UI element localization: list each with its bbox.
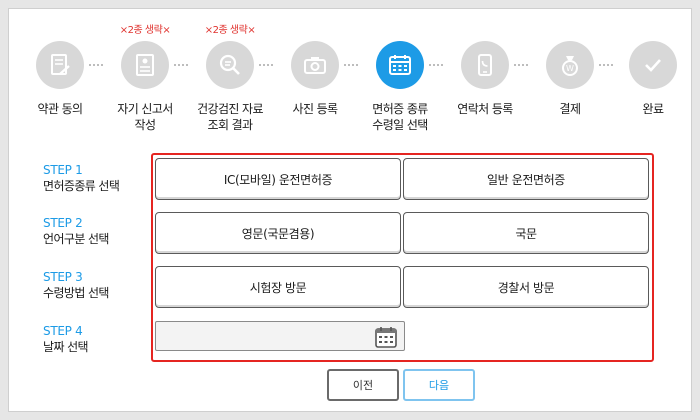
step-title: 면허증종류 선택 <box>43 179 120 193</box>
phone-icon <box>461 41 509 89</box>
step-connector <box>259 64 273 66</box>
step3-heading: STEP 3 수령방법 선택 <box>43 269 109 301</box>
progress-steps: 약관 동의 ×2종 생략× 자기 신고서 작성 ×2종 생략× 건강검진 자료 … <box>9 9 693 149</box>
step-number: STEP 3 <box>43 270 83 284</box>
step-number: STEP 1 <box>43 163 83 177</box>
step-connector <box>599 64 613 66</box>
police-station-visit-button[interactable]: 경찰서 방문 <box>403 266 649 308</box>
form-document-icon <box>121 41 169 89</box>
test-site-visit-button[interactable]: 시험장 방문 <box>155 266 401 308</box>
skipped-note: ×2종 생략× <box>119 25 171 36</box>
step-connector <box>174 64 188 66</box>
previous-button[interactable]: 이전 <box>327 369 399 401</box>
ic-mobile-license-button[interactable]: IC(모바일) 운전면허증 <box>155 158 401 200</box>
application-page: 약관 동의 ×2종 생략× 자기 신고서 작성 ×2종 생략× 건강검진 자료 … <box>8 8 692 412</box>
checkmark-icon <box>629 41 677 89</box>
step-title: 수령방법 선택 <box>43 286 109 300</box>
magnifier-icon <box>206 41 254 89</box>
document-edit-icon <box>36 41 84 89</box>
calendar-icon <box>376 41 424 89</box>
step4-heading: STEP 4 날짜 선택 <box>43 323 89 355</box>
skipped-note: ×2종 생략× <box>204 25 256 36</box>
svg-text:W: W <box>566 64 574 73</box>
step1-heading: STEP 1 면허증종류 선택 <box>43 162 120 194</box>
camera-icon <box>291 41 339 89</box>
date-input[interactable] <box>155 321 405 351</box>
coin-bag-icon: W <box>546 41 594 89</box>
step2-heading: STEP 2 언어구분 선택 <box>43 215 109 247</box>
step-number: STEP 2 <box>43 216 83 230</box>
step-title: 날짜 선택 <box>43 340 89 354</box>
step-connector <box>89 64 103 66</box>
korean-only-button[interactable]: 국문 <box>403 212 649 254</box>
step-number: STEP 4 <box>43 324 83 338</box>
step-connector <box>429 64 443 66</box>
step-connector <box>344 64 358 66</box>
regular-license-button[interactable]: 일반 운전면허증 <box>403 158 649 200</box>
step-title: 언어구분 선택 <box>43 232 109 246</box>
step-connector <box>514 64 528 66</box>
next-button[interactable]: 다음 <box>403 369 475 401</box>
calendar-picker-icon[interactable] <box>374 325 398 349</box>
step-label: 완료 <box>642 102 664 116</box>
english-korean-button[interactable]: 영문(국문겸용) <box>155 212 401 254</box>
